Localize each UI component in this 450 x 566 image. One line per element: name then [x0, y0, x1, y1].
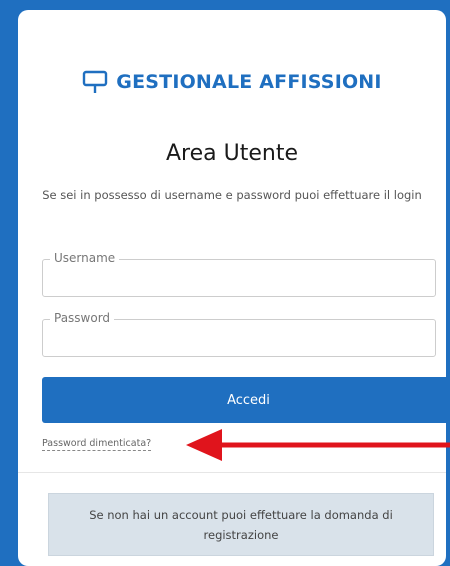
- registration-text: Se non hai un account puoi effettuare la…: [89, 507, 393, 542]
- billboard-icon: [82, 70, 108, 94]
- registration-info: Se non hai un account puoi effettuare la…: [48, 493, 434, 556]
- page-title: Area Utente: [166, 141, 298, 166]
- login-instructions: Se sei in possesso di username e passwor…: [42, 188, 422, 202]
- divider: [18, 472, 446, 473]
- brand: GESTIONALE AFFISSIONI: [18, 70, 446, 94]
- login-card: GESTIONALE AFFISSIONI Area Utente Se sei…: [18, 10, 450, 566]
- red-arrow-icon: [186, 425, 450, 469]
- username-label: Username: [50, 251, 120, 265]
- login-button[interactable]: Accedi: [42, 377, 450, 423]
- brand-name: GESTIONALE AFFISSIONI: [116, 71, 382, 93]
- password-label: Password: [50, 311, 115, 325]
- username-input[interactable]: [43, 260, 435, 296]
- username-field: Username: [42, 251, 436, 297]
- password-field: Password: [42, 311, 436, 357]
- password-input[interactable]: [43, 320, 435, 356]
- forgot-password-link[interactable]: Password dimenticata?: [42, 438, 152, 451]
